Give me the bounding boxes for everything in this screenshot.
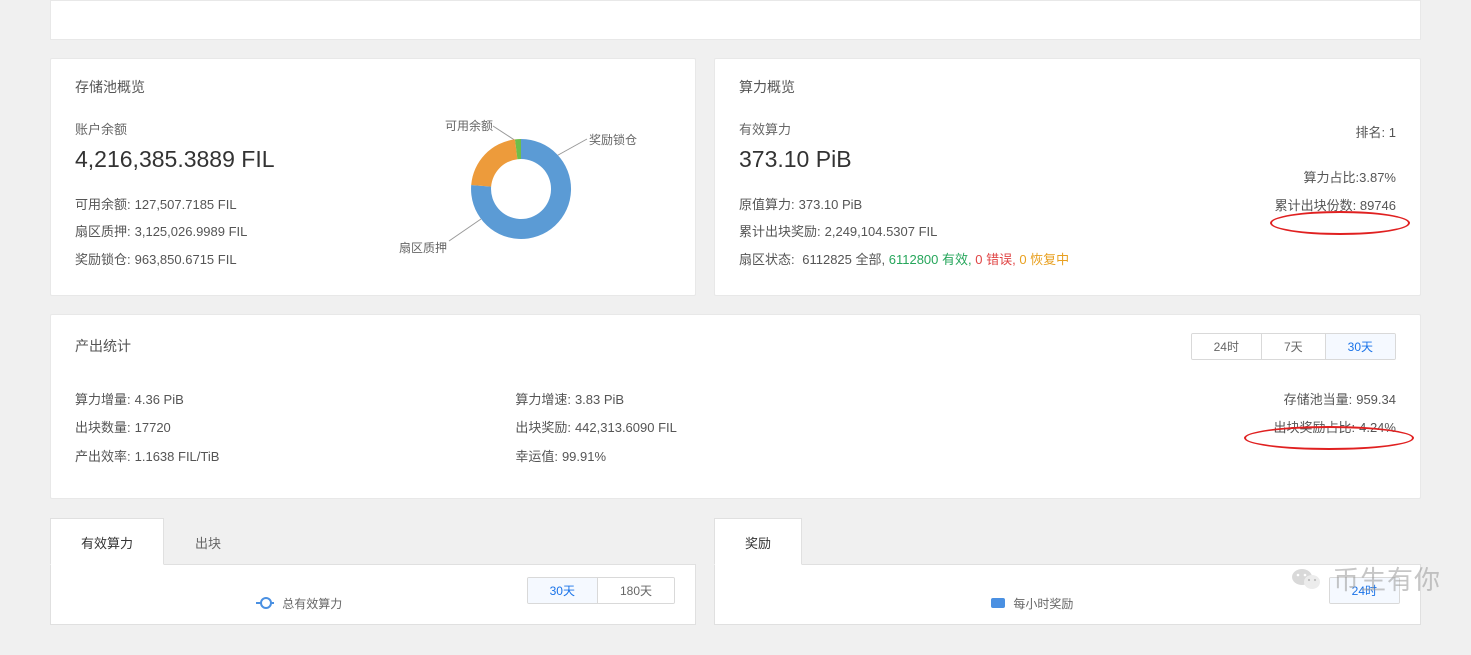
power-growth: 算力增量:4.36 PiB xyxy=(75,386,515,415)
watermark: 币生有你 xyxy=(1289,560,1441,597)
pie-label-available: 可用余额 xyxy=(445,117,493,134)
subtab-30d[interactable]: 30天 xyxy=(528,578,597,603)
output-efficiency: 产出效率:1.1638 FIL/TiB xyxy=(75,443,515,472)
subtab-180d[interactable]: 180天 xyxy=(597,578,674,603)
effective-power-value: 373.10 PiB xyxy=(739,146,1275,173)
power-occupy: 算力占比:3.87% xyxy=(1275,164,1396,191)
tab-block[interactable]: 出块 xyxy=(164,518,252,565)
power-panel: 算力概览 有效算力 373.10 PiB 原值算力:373.10 PiB 累计出… xyxy=(714,58,1421,296)
effective-power-label: 有效算力 xyxy=(739,119,1275,138)
storage-panel-title: 存储池概览 xyxy=(51,59,695,109)
cumulative-block-count: 累计出块份数: 89746 xyxy=(1275,192,1396,219)
bar-legend-icon xyxy=(991,598,1005,608)
reward-lock: 奖励锁仓:963,850.6715 FIL xyxy=(75,246,391,273)
output-title: 产出统计 xyxy=(75,336,131,356)
legend-total-power: 总有效算力 xyxy=(72,577,527,612)
raw-power: 原值算力:373.10 PiB xyxy=(739,191,1275,218)
output-range-tabs: 24时 7天 30天 xyxy=(1191,333,1396,360)
top-bar-placeholder xyxy=(50,0,1421,40)
sector-status: 扇区状态: 6112825 全部, 6112800 有效, 0 错误, 0 恢复… xyxy=(739,246,1275,273)
pie-label-lock: 奖励锁仓 xyxy=(589,131,637,148)
luck-value: 幸运值:99.91% xyxy=(515,443,955,472)
wechat-icon xyxy=(1289,561,1325,597)
output-panel: 产出统计 24时 7天 30天 算力增量:4.36 PiB 出块数量:17720… xyxy=(50,314,1421,499)
pool-equivalent: 存储池当量:959.34 xyxy=(956,386,1396,415)
pie-label-pledge: 扇区质押 xyxy=(399,239,447,256)
tab-24h[interactable]: 24时 xyxy=(1192,334,1261,359)
block-count: 出块数量:17720 xyxy=(75,414,515,443)
cumulative-reward: 累计出块奖励:2,249,104.5307 FIL xyxy=(739,218,1275,245)
block-reward-ratio: 出块奖励占比:4.24% xyxy=(956,414,1396,443)
tab-30d[interactable]: 30天 xyxy=(1325,334,1395,359)
tab-effective-power[interactable]: 有效算力 xyxy=(50,518,164,565)
tab-reward[interactable]: 奖励 xyxy=(714,518,802,565)
rank: 排名: 1 xyxy=(1275,119,1396,146)
legend-hourly-reward: 每小时奖励 xyxy=(736,577,1329,612)
line-marker-icon xyxy=(256,602,274,604)
storage-panel: 存储池概览 账户余额 4,216,385.3889 FIL 可用余额:127,5… xyxy=(50,58,696,296)
balance-pie-chart: 可用余额 奖励锁仓 扇区质押 xyxy=(391,119,671,273)
power-chart-range-tabs: 30天 180天 xyxy=(527,577,675,604)
power-speed: 算力增速:3.83 PiB xyxy=(515,386,955,415)
sector-pledge: 扇区质押:3,125,026.9989 FIL xyxy=(75,218,391,245)
balance-value: 4,216,385.3889 FIL xyxy=(75,146,391,173)
available-balance: 可用余额:127,507.7185 FIL xyxy=(75,191,391,218)
block-reward: 出块奖励:442,313.6090 FIL xyxy=(515,414,955,443)
effective-power-chart-panel: 有效算力 出块 总有效算力 30天 180天 xyxy=(50,517,696,625)
tab-7d[interactable]: 7天 xyxy=(1261,334,1325,359)
balance-label: 账户余额 xyxy=(75,119,391,138)
power-panel-title: 算力概览 xyxy=(715,59,1420,109)
